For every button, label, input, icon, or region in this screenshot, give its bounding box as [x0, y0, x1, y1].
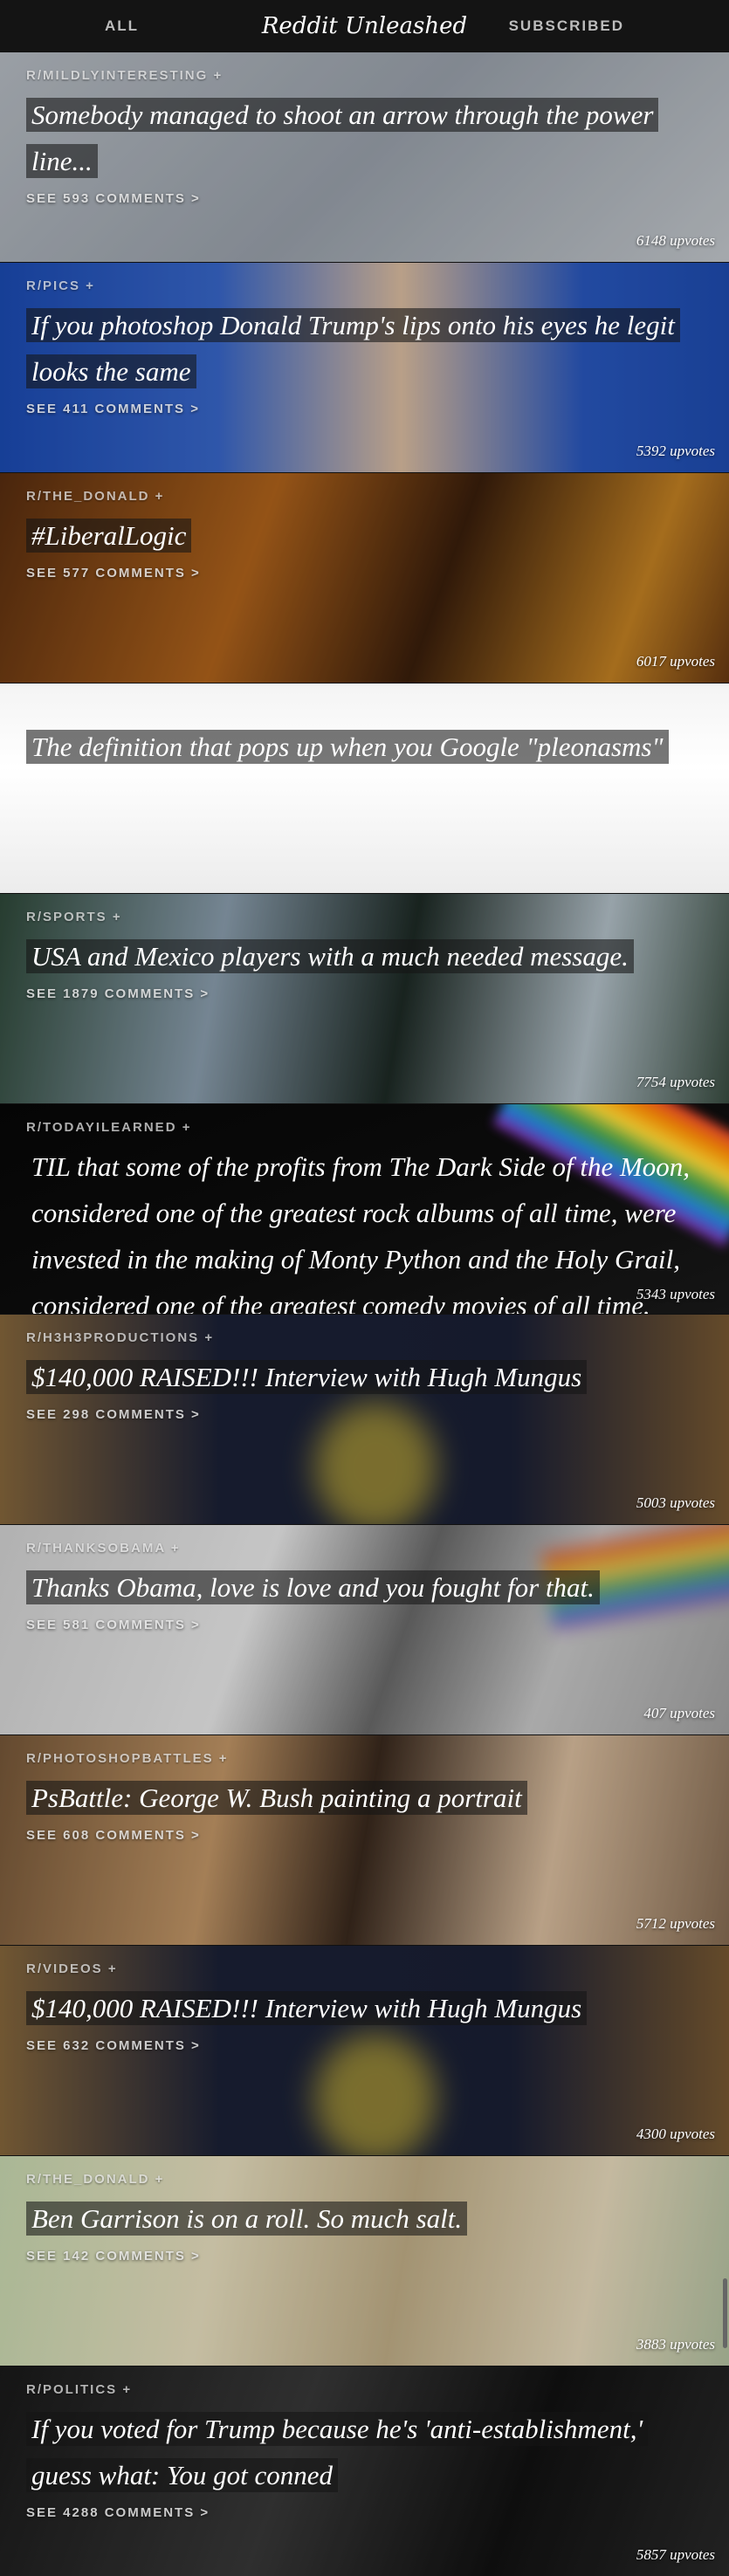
- subreddit-label[interactable]: R/PICS +: [26, 278, 698, 293]
- comments-link[interactable]: SEE 608 COMMENTS >: [26, 1828, 698, 1843]
- post-card[interactable]: R/PHOTOSHOPBATTLES + PsBattle: George W.…: [0, 1735, 729, 1946]
- post-content: R/THE_DONALD + #LiberalLogic SEE 577 COM…: [26, 489, 698, 580]
- upvote-count: 5003 upvotes: [636, 1494, 715, 1511]
- all-tab[interactable]: ALL: [105, 17, 139, 35]
- comments-link[interactable]: SEE 581 COMMENTS >: [26, 1618, 698, 1632]
- post-card[interactable]: R/THANKSOBAMA + Thanks Obama, love is lo…: [0, 1525, 729, 1735]
- subreddit-label[interactable]: R/VIDEOS +: [26, 1961, 698, 1976]
- post-card[interactable]: R/THE_DONALD + Ben Garrison is on a roll…: [0, 2156, 729, 2366]
- comments-link[interactable]: SEE 142 COMMENTS >: [26, 2249, 698, 2263]
- post-content: R/POLITICS + If you voted for Trump beca…: [26, 2382, 698, 2520]
- comments-link[interactable]: SEE 4288 COMMENTS >: [26, 2505, 698, 2520]
- post-content: R/SPORTS + USA and Mexico players with a…: [26, 910, 698, 1001]
- upvote-count: 6017 upvotes: [636, 653, 715, 670]
- post-content: The definition that pops up when you Goo…: [26, 724, 698, 770]
- comments-link[interactable]: SEE 298 COMMENTS >: [26, 1407, 698, 1422]
- post-title[interactable]: PsBattle: George W. Bush painting a port…: [26, 1781, 527, 1815]
- post-card[interactable]: R/PICS + If you photoshop Donald Trump's…: [0, 263, 729, 473]
- post-card[interactable]: R/VIDEOS + $140,000 RAISED!!! Interview …: [0, 1946, 729, 2156]
- post-title[interactable]: Thanks Obama, love is love and you fough…: [26, 1570, 600, 1604]
- upvote-count: 4300 upvotes: [636, 2126, 715, 2142]
- comments-link[interactable]: SEE 632 COMMENTS >: [26, 2038, 698, 2053]
- post-content: R/PICS + If you photoshop Donald Trump's…: [26, 278, 698, 416]
- post-title[interactable]: The definition that pops up when you Goo…: [26, 730, 669, 764]
- post-card[interactable]: R/SPORTS + USA and Mexico players with a…: [0, 894, 729, 1104]
- post-content: R/VIDEOS + $140,000 RAISED!!! Interview …: [26, 1961, 698, 2053]
- subscribed-tab[interactable]: SUBSCRIBED: [509, 17, 624, 35]
- post-card[interactable]: R/MILDLYINTERESTING + Somebody managed t…: [0, 52, 729, 263]
- post-content: R/THE_DONALD + Ben Garrison is on a roll…: [26, 2172, 698, 2263]
- post-title[interactable]: $140,000 RAISED!!! Interview with Hugh M…: [26, 1360, 588, 1394]
- post-card[interactable]: R/THE_DONALD + #LiberalLogic SEE 577 COM…: [0, 473, 729, 683]
- post-title[interactable]: Somebody managed to shoot an arrow throu…: [26, 98, 659, 178]
- post-thumbnail: [0, 683, 729, 893]
- subreddit-label[interactable]: R/THE_DONALD +: [26, 489, 698, 504]
- post-title[interactable]: TIL that some of the profits from The Da…: [26, 1150, 695, 1314]
- post-title[interactable]: If you voted for Trump because he's 'ant…: [26, 2412, 649, 2492]
- subreddit-label[interactable]: R/THE_DONALD +: [26, 2172, 698, 2187]
- upvote-count: 7754 upvotes: [636, 1074, 715, 1090]
- post-card[interactable]: R/POLITICS + If you voted for Trump beca…: [0, 2366, 729, 2576]
- post-content: R/H3H3PRODUCTIONS + $140,000 RAISED!!! I…: [26, 1330, 698, 1422]
- upvote-count: 5392 upvotes: [636, 443, 715, 459]
- upvote-count: 5712 upvotes: [636, 1915, 715, 1932]
- post-content: R/THANKSOBAMA + Thanks Obama, love is lo…: [26, 1541, 698, 1632]
- post-content: R/TODAYILEARNED + TIL that some of the p…: [26, 1120, 698, 1314]
- post-content: R/MILDLYINTERESTING + Somebody managed t…: [26, 68, 698, 206]
- subreddit-label[interactable]: R/H3H3PRODUCTIONS +: [26, 1330, 698, 1345]
- top-bar: ALL Reddit Unleashed SUBSCRIBED: [0, 0, 729, 52]
- upvote-count: 6148 upvotes: [636, 232, 715, 249]
- upvote-count: 3883 upvotes: [636, 2336, 715, 2353]
- post-card[interactable]: R/TODAYILEARNED + TIL that some of the p…: [0, 1104, 729, 1315]
- subreddit-label[interactable]: R/SPORTS +: [26, 910, 698, 924]
- subreddit-label[interactable]: R/PHOTOSHOPBATTLES +: [26, 1751, 698, 1766]
- post-card[interactable]: R/H3H3PRODUCTIONS + $140,000 RAISED!!! I…: [0, 1315, 729, 1525]
- comments-link[interactable]: SEE 593 COMMENTS >: [26, 191, 698, 206]
- comments-link[interactable]: SEE 1879 COMMENTS >: [26, 986, 698, 1001]
- post-title[interactable]: $140,000 RAISED!!! Interview with Hugh M…: [26, 1991, 588, 2025]
- post-card[interactable]: The definition that pops up when you Goo…: [0, 683, 729, 894]
- scrollbar-thumb[interactable]: [723, 2278, 727, 2348]
- comments-link[interactable]: SEE 411 COMMENTS >: [26, 402, 698, 416]
- post-feed: R/MILDLYINTERESTING + Somebody managed t…: [0, 52, 729, 2576]
- post-title[interactable]: If you photoshop Donald Trump's lips ont…: [26, 308, 680, 388]
- subreddit-label[interactable]: R/THANKSOBAMA +: [26, 1541, 698, 1556]
- subreddit-label[interactable]: R/TODAYILEARNED +: [26, 1120, 698, 1135]
- post-title[interactable]: Ben Garrison is on a roll. So much salt.: [26, 2202, 468, 2236]
- post-content: R/PHOTOSHOPBATTLES + PsBattle: George W.…: [26, 1751, 698, 1843]
- upvote-count: 407 upvotes: [643, 1705, 715, 1721]
- post-title[interactable]: #LiberalLogic: [26, 519, 192, 553]
- post-title[interactable]: USA and Mexico players with a much neede…: [26, 939, 634, 973]
- upvote-count: 5857 upvotes: [636, 2546, 715, 2563]
- upvote-count: 5343 upvotes: [636, 1286, 715, 1302]
- subreddit-label[interactable]: R/POLITICS +: [26, 2382, 698, 2397]
- comments-link[interactable]: SEE 577 COMMENTS >: [26, 566, 698, 580]
- subreddit-label[interactable]: R/MILDLYINTERESTING +: [26, 68, 698, 83]
